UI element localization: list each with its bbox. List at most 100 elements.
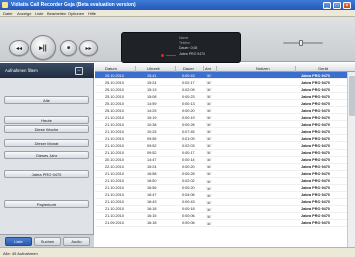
row-date: 21.10.2010 — [105, 193, 125, 198]
column-header-geraet[interactable]: Gerät — [318, 66, 328, 71]
row-time: 09:52 — [147, 151, 157, 156]
menu-item-datei[interactable]: Datei — [3, 11, 12, 16]
menu-item-optionen[interactable]: Optionen — [68, 11, 84, 16]
table-row[interactable]: 25.10.2010 14:25 0:00:20 ☏ Jabra PRO 9470 — [95, 107, 355, 115]
volume-slider-knob[interactable] — [299, 40, 303, 46]
tab-audio[interactable]: Audio — [63, 237, 90, 246]
table-scrollbar[interactable] — [347, 72, 355, 247]
filter-button-heute[interactable]: Heute — [4, 116, 89, 124]
table-row[interactable]: 25.10.2010 15:13 0:02:09 ☏ Jabra PRO 9470 — [95, 86, 355, 94]
row-time: 15:08 — [147, 94, 157, 99]
filter-button-alle[interactable]: Alle — [4, 96, 89, 104]
row-device: Jabra PRO 9470 — [301, 108, 330, 113]
phone-icon: ☏ — [206, 108, 212, 114]
row-duration: 0:00:43 — [182, 73, 195, 78]
row-duration: 0:02:09 — [182, 87, 195, 92]
volume-slider[interactable] — [283, 40, 323, 46]
row-device: Jabra PRO 9470 — [301, 186, 330, 191]
column-header-anrufer[interactable]: Anr — [205, 66, 211, 71]
scrollbar-thumb[interactable] — [349, 76, 355, 116]
recordings-table: Datum Uhrzeit Dauer Anr Notizen Gerät 25… — [95, 63, 355, 247]
filter-button-dieses-jahr[interactable]: Dieses Jahr — [4, 151, 89, 159]
table-row[interactable]: 21.10.2010 16:58 0:00:28 ☏ Jabra PRO 9470 — [95, 171, 355, 178]
row-date: 21.10.2010 — [105, 207, 125, 212]
table-row[interactable]: 21.10.2010 16:43 0:00:43 ☏ Jabra PRO 9470 — [95, 199, 355, 206]
column-header-uhrzeit[interactable]: Uhrzeit — [147, 66, 160, 71]
phone-icon: ☏ — [206, 171, 212, 177]
menu-item-anzeige[interactable]: Anzeige — [17, 11, 31, 16]
row-duration: 0:00:17 — [182, 151, 195, 156]
table-row[interactable]: 21.10.2010 16:18 0:00:18 ☏ Jabra PRO 9470 — [95, 206, 355, 213]
row-device: Jabra PRO 9470 — [301, 115, 330, 120]
row-device: Jabra PRO 9470 — [301, 129, 330, 134]
column-header-notizen[interactable]: Notizen — [256, 66, 270, 71]
row-date: 21.10.2010 — [105, 122, 125, 127]
row-time: 16:56 — [147, 186, 157, 191]
row-time: 14:47 — [147, 158, 157, 163]
row-duration: 0:00:19 — [182, 115, 195, 120]
column-header-datum[interactable]: Datum — [105, 66, 117, 71]
play-pause-button[interactable]: ▸|| — [30, 35, 56, 60]
filter-button-papierkorb[interactable]: Papierkorb — [4, 200, 89, 208]
title-bar: Vidiatis Call Recorder Gsja (Beta evalua… — [0, 0, 355, 10]
table-row[interactable]: 25.10.2010 15:08 0:00:23 ☏ Jabra PRO 9470 — [95, 93, 355, 101]
table-row[interactable]: 25.10.2010 15:41 0:00:43 ☏ Jabra PRO 9470 — [95, 72, 355, 80]
row-device: Jabra PRO 9470 — [301, 136, 330, 141]
menu-item-liste[interactable]: Liste — [35, 11, 43, 16]
fast-forward-button[interactable]: ▸▸ — [79, 40, 98, 56]
table-row[interactable]: 21.10.2010 15:19 0:00:19 ☏ Jabra PRO 9470 — [95, 114, 355, 122]
row-time: 15:41 — [147, 73, 157, 78]
stop-icon: ■ — [66, 45, 71, 51]
close-button[interactable]: × — [343, 1, 351, 9]
table-row[interactable]: 21.10.2010 16:15 0:00:06 ☏ Jabra PRO 9470 — [95, 213, 355, 220]
menu-item-bearbeiten[interactable]: Bearbeiten — [47, 11, 66, 16]
lcd-display: Name Telefon Dauer: 0:08 Jabra PRO 9470 — [121, 32, 241, 63]
record-indicator-icon — [161, 54, 164, 57]
tab-suchen[interactable]: Suchen — [34, 237, 61, 246]
minimize-button[interactable]: _ — [323, 1, 331, 9]
phone-icon: ☏ — [206, 185, 212, 191]
row-date: 21.10.2010 — [105, 186, 125, 191]
rewind-button[interactable]: ◂◂ — [9, 40, 29, 56]
row-duration: 0:00:18 — [182, 207, 195, 212]
row-time: 16:50 — [147, 179, 157, 184]
row-time: 16:18 — [147, 207, 157, 212]
table-row[interactable]: 21.10.2010 10:38 0:00:26 ☏ Jabra PRO 9470 — [95, 121, 355, 129]
table-row[interactable]: 21.10.2010 09:56 0:01:09 ☏ Jabra PRO 9470 — [95, 135, 355, 143]
table-row[interactable]: 21.10.2010 16:47 0:04:06 ☏ Jabra PRO 9470 — [95, 192, 355, 199]
collapse-icon[interactable]: – — [75, 66, 83, 75]
maximize-button[interactable]: □ — [333, 1, 341, 9]
tab-liste[interactable]: Liste — [5, 237, 32, 246]
phone-icon: ☏ — [206, 164, 212, 170]
table-row[interactable]: 21.10.2010 09:52 0:00:17 ☏ Jabra PRO 9470 — [95, 150, 355, 157]
table-row[interactable]: 21.10.2010 10:25 0:07:45 ☏ Jabra PRO 9470 — [95, 128, 355, 136]
row-date: 25.10.2010 — [105, 73, 125, 78]
row-time: 09:52 — [147, 143, 157, 148]
row-time: 09:56 — [147, 136, 157, 141]
filter-button-dieser-monat[interactable]: Dieser Monat — [4, 139, 89, 147]
row-duration: 0:00:23 — [182, 94, 195, 99]
row-device: Jabra PRO 9470 — [301, 207, 330, 212]
filter-sidebar: Aufnahmen filtern – Alle Heute Diese Woc… — [0, 63, 94, 247]
table-row[interactable]: 21.09.2010 16:18 0:00:06 ☏ Jabra PRO 9470 — [95, 220, 355, 228]
phone-icon: ☏ — [206, 79, 212, 85]
row-date: 21.10.2010 — [105, 200, 125, 205]
row-duration: 0:00:20 — [182, 165, 195, 170]
filter-button-jabra[interactable]: Jabra PRO 9470 — [4, 170, 89, 178]
table-row[interactable]: 25.10.2010 14:59 0:00:13 ☏ Jabra PRO 9470 — [95, 100, 355, 108]
phone-icon: ☏ — [206, 143, 212, 149]
column-header-dauer[interactable]: Dauer — [183, 66, 194, 71]
row-duration: 0:00:20 — [182, 186, 195, 191]
table-row[interactable]: 21.10.2010 16:56 0:00:20 ☏ Jabra PRO 9470 — [95, 185, 355, 192]
row-time: 16:47 — [147, 193, 157, 198]
table-row[interactable]: 21.10.2010 16:50 0:02:02 ☏ Jabra PRO 9470 — [95, 178, 355, 185]
row-time: 10:25 — [147, 129, 157, 134]
stop-button[interactable]: ■ — [60, 40, 77, 56]
table-row[interactable]: 25.10.2010 15:24 0:02:17 ☏ Jabra PRO 9470 — [95, 79, 355, 87]
table-row[interactable]: 21.10.2010 09:52 0:02:03 ☏ Jabra PRO 9470 — [95, 142, 355, 150]
status-text: Alle: 45 Aufnahmen — [3, 251, 38, 256]
filter-button-diese-woche[interactable]: Diese Woche — [4, 125, 89, 133]
table-row[interactable]: 20.10.2010 14:47 0:00:14 ☏ Jabra PRO 9470 — [95, 157, 355, 164]
menu-item-hilfe[interactable]: Hilfe — [88, 11, 96, 16]
table-row[interactable]: 22.10.2010 15:24 0:00:20 ☏ Jabra PRO 9470 — [95, 164, 355, 171]
